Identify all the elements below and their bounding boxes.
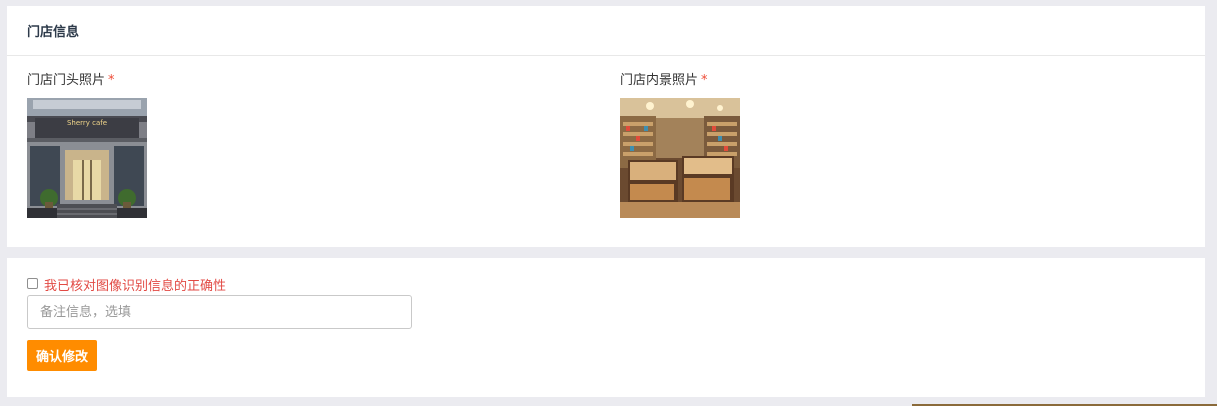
interior-photo-label-text: 门店内景照片 (620, 73, 699, 88)
svg-text:Sherry cafe: Sherry cafe (67, 119, 107, 127)
storefront-photo-label: 门店门头照片 * (27, 73, 147, 90)
confirm-modify-button[interactable]: 确认修改 (27, 340, 97, 371)
confirmation-card: 我已核对图像识别信息的正确性 确认修改 (7, 258, 1205, 397)
verify-checkbox-label[interactable]: 我已核对图像识别信息的正确性 (44, 275, 226, 294)
verify-checkbox-row[interactable]: 我已核对图像识别信息的正确性 (27, 275, 226, 294)
storefront-photo-field: 门店门头照片 * Sherry cafe (27, 73, 147, 218)
required-mark: * (701, 73, 708, 88)
remark-input[interactable] (27, 295, 412, 329)
interior-photo-label: 门店内景照片 * (620, 73, 740, 90)
storefront-photo-label-text: 门店门头照片 (27, 73, 106, 88)
verify-checkbox[interactable] (27, 278, 38, 289)
interior-photo[interactable] (620, 98, 740, 218)
interior-photo-field: 门店内景照片 * (620, 73, 740, 218)
storefront-photo[interactable]: Sherry cafe (27, 98, 147, 218)
store-info-card: 门店信息 门店门头照片 * Sherry cafe 门店内景照片 * (7, 6, 1205, 247)
store-info-title: 门店信息 (7, 6, 1205, 56)
required-mark: * (108, 73, 115, 88)
